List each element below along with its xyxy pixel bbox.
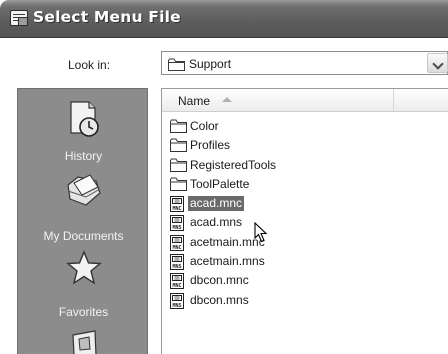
file-name: RegisteredTools <box>190 157 277 172</box>
place-history[interactable]: History <box>18 99 149 169</box>
folder-icon <box>168 58 185 74</box>
file-name: dbcon.mnc <box>190 273 249 288</box>
folder-icon <box>170 158 187 175</box>
mouse-cursor-icon <box>254 221 268 246</box>
svg-text:MNS: MNS <box>172 226 181 232</box>
window-title: Select Menu File <box>33 8 181 26</box>
folder-icon <box>170 177 187 194</box>
file-row[interactable]: MNC acetmain.mnc <box>162 233 448 252</box>
look-in-value: Support <box>189 57 232 71</box>
look-in-label: Look in: <box>68 58 111 72</box>
place-label-favorites: Favorites <box>58 305 109 319</box>
select-menu-file-dialog: Select Menu File Look in: Support Histor… <box>0 0 448 354</box>
file-name: ToolPalette <box>190 176 250 191</box>
desktop-icon <box>64 329 104 354</box>
dialog-icon <box>10 10 28 26</box>
file-row[interactable]: MNC acad.mnc <box>162 194 448 213</box>
svg-text:MNS: MNS <box>172 264 181 270</box>
sort-ascending-icon <box>222 97 232 102</box>
file-row[interactable]: MNS acetmain.mns <box>162 252 448 271</box>
mns-file-icon: MNS <box>170 292 185 312</box>
history-clock-icon <box>64 99 104 142</box>
folder-row[interactable]: Color <box>162 117 448 136</box>
mnc-file-icon: MNC <box>170 196 185 215</box>
file-rows: Color Profiles RegisteredTools ToolPalette M… <box>162 117 448 310</box>
file-row[interactable]: MNC dbcon.mnc <box>162 271 448 290</box>
svg-text:MNS: MNS <box>172 303 181 309</box>
file-row[interactable]: MNS acad.mns <box>162 213 448 232</box>
folder-icon <box>170 119 187 136</box>
place-my-documents[interactable]: My Documents <box>18 169 149 243</box>
place-label-my-documents: My Documents <box>43 229 124 243</box>
file-name: Profiles <box>190 138 231 153</box>
places-bar: History My Documents Favorites <box>17 88 148 354</box>
folder-row[interactable]: RegisteredTools <box>162 156 448 175</box>
svg-text:MNC: MNC <box>172 206 181 212</box>
mnc-file-icon: MNC <box>170 273 185 292</box>
name-column-label: Name <box>178 94 211 108</box>
file-name: acad.mns <box>190 215 243 230</box>
file-row[interactable]: MNS dbcon.mns <box>162 291 448 310</box>
svg-text:MNC: MNC <box>172 245 181 251</box>
column-header: Name <box>162 89 448 112</box>
chevron-down-icon[interactable] <box>427 53 448 73</box>
folder-row[interactable]: ToolPalette <box>162 175 448 194</box>
mns-file-icon: MNS <box>170 215 185 234</box>
favorites-star-icon <box>64 249 104 292</box>
file-name: acetmain.mns <box>190 254 265 269</box>
mns-file-icon: MNS <box>170 254 185 273</box>
file-name: acad.mnc <box>188 196 245 212</box>
documents-folder-icon <box>64 171 104 214</box>
file-name: dbcon.mns <box>190 292 249 307</box>
folder-icon <box>170 138 187 155</box>
file-name: Color <box>190 119 219 133</box>
svg-text:MNC: MNC <box>172 284 181 290</box>
title-bar[interactable]: Select Menu File <box>0 0 448 38</box>
look-in-dropdown[interactable]: Support <box>161 51 448 75</box>
place-label-history: History <box>64 149 103 163</box>
name-column-header[interactable]: Name <box>162 89 394 111</box>
place-desktop[interactable] <box>18 325 149 354</box>
file-list[interactable]: Name Color Profiles RegisteredTools ToolPal… <box>161 88 448 354</box>
mnc-file-icon: MNC <box>170 234 185 254</box>
folder-row[interactable]: Profiles <box>162 136 448 155</box>
place-favorites[interactable]: Favorites <box>18 247 149 319</box>
